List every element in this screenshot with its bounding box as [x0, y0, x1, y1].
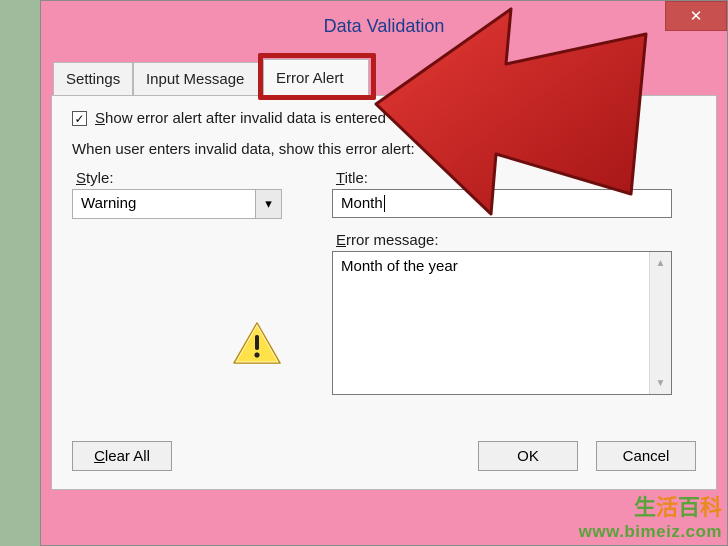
cancel-button[interactable]: Cancel — [596, 441, 696, 471]
cancel-label: Cancel — [623, 448, 670, 465]
warning-triangle-icon — [232, 321, 282, 367]
clear-all-button[interactable]: Clear All — [72, 441, 172, 471]
title-message-column: Title: Month Error message: Month of the… — [332, 170, 696, 395]
close-button[interactable]: ✕ — [665, 1, 727, 31]
text-cursor — [384, 195, 385, 212]
checkmark-icon: ✓ — [74, 113, 84, 125]
ok-label: OK — [517, 448, 539, 465]
watermark-url: www.bimeiz.com — [579, 522, 722, 542]
ok-cancel-group: OK Cancel — [478, 441, 696, 471]
tab-strip: Settings Input Message Error Alert — [51, 59, 717, 96]
titlebar[interactable]: Data Validation ✕ — [41, 1, 727, 51]
style-dropdown-value: Warning — [73, 190, 255, 218]
scroll-down-icon[interactable]: ▼ — [650, 372, 671, 394]
watermark: 生活百科 www.bimeiz.com — [579, 490, 722, 542]
tab-error-alert-label: Error Alert — [276, 70, 344, 87]
chevron-down-icon: ▾ — [265, 196, 272, 212]
show-alert-checkbox[interactable]: ✓ — [72, 111, 87, 126]
data-validation-dialog: Data Validation ✕ Settings Input Message… — [40, 0, 728, 546]
window-title: Data Validation — [324, 16, 445, 37]
tab-input-message[interactable]: Input Message — [133, 62, 263, 96]
textarea-scrollbar[interactable]: ▲ ▼ — [649, 252, 671, 394]
ok-button[interactable]: OK — [478, 441, 578, 471]
style-dropdown-button[interactable]: ▾ — [255, 190, 281, 218]
style-label: Style: — [72, 170, 302, 187]
tab-settings-label: Settings — [66, 71, 120, 88]
title-input[interactable]: Month — [332, 189, 672, 218]
error-message-label: Error message: — [332, 232, 696, 249]
title-input-value: Month — [341, 195, 383, 212]
instruction-text: When user enters invalid data, show this… — [72, 141, 696, 158]
tab-error-alert[interactable]: Error Alert — [263, 59, 369, 96]
window-body: Settings Input Message Error Alert ✓ Sho… — [41, 51, 727, 545]
watermark-cn: 生活百科 — [579, 490, 722, 522]
tab-panel-error-alert: ✓ Show error alert after invalid data is… — [51, 95, 717, 490]
title-label: Title: — [332, 170, 696, 187]
dialog-buttons: Clear All OK Cancel — [72, 441, 696, 471]
error-message-value: Month of the year — [333, 252, 649, 394]
style-dropdown[interactable]: Warning ▾ — [72, 189, 282, 219]
show-alert-checkbox-label: Show error alert after invalid data is e… — [95, 110, 386, 127]
tab-settings[interactable]: Settings — [53, 62, 133, 96]
error-message-textarea[interactable]: Month of the year ▲ ▼ — [332, 251, 672, 395]
show-alert-checkbox-row: ✓ Show error alert after invalid data is… — [72, 110, 696, 127]
scroll-up-icon[interactable]: ▲ — [650, 252, 671, 274]
fields-area: Style: Warning ▾ Title: Month Error mess… — [72, 170, 696, 395]
close-icon: ✕ — [690, 7, 703, 25]
clear-all-label: Clear All — [94, 448, 150, 465]
tab-input-message-label: Input Message — [146, 71, 244, 88]
